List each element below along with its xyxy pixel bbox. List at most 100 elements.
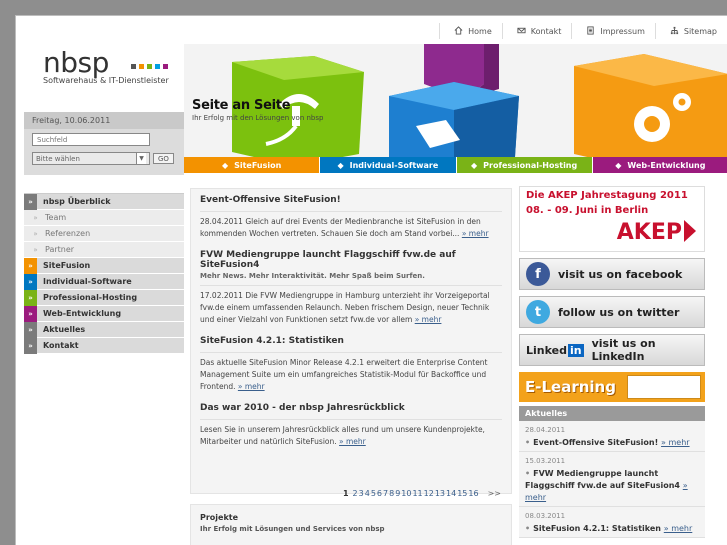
page-link-4[interactable]: 4	[365, 489, 370, 498]
menu-label: SiteFusion	[43, 261, 91, 270]
banner-title: Seite an Seite	[192, 98, 291, 113]
news-sidebar-title: FVW Mediengruppe launcht Flaggschiff fvw…	[525, 469, 683, 490]
facebook-icon: f	[526, 262, 550, 286]
page-link-11[interactable]: 11	[412, 489, 422, 498]
page-link-8[interactable]: 8	[389, 489, 394, 498]
elearning-button[interactable]: E-Learning	[519, 372, 705, 402]
page-link-7[interactable]: 7	[383, 489, 388, 498]
banner-tab-individual-software[interactable]: ◆ Individual-Software	[320, 157, 457, 173]
page-link-3[interactable]: 3	[359, 489, 364, 498]
puzzle-icon: ◆	[337, 160, 344, 170]
plug-icon: ◆	[471, 160, 478, 170]
current-date: Freitag, 10.06.2011	[24, 112, 184, 129]
menu-item-web-entwicklung[interactable]: » Web-Entwicklung	[24, 305, 184, 322]
more-link[interactable]: » mehr	[664, 524, 693, 533]
search-input[interactable]	[32, 133, 150, 146]
page: Home Kontakt Impressum Sitemap nbsp Softwar…	[15, 15, 727, 545]
menu-label: Professional-Hosting	[43, 293, 138, 302]
topnav-label: Sitemap	[683, 26, 717, 36]
page-link-9[interactable]: 9	[395, 489, 400, 498]
linkedin-logo-text: Linked	[526, 343, 567, 357]
banner-tab-sitefusion[interactable]: ◆ SiteFusion	[184, 157, 321, 173]
page-link-6[interactable]: 6	[377, 489, 382, 498]
menu-item-aktuelles[interactable]: » Aktuelles	[24, 321, 184, 338]
menu-item-referenzen[interactable]: » Referenzen	[24, 226, 184, 242]
akep-banner[interactable]: Die AKEP Jahrestagung 2011 08. - 09. Jun…	[519, 186, 705, 252]
page-link-5[interactable]: 5	[371, 489, 376, 498]
menu-item-professional-hosting[interactable]: » Professional-Hosting	[24, 289, 184, 306]
logo[interactable]: nbsp Softwarehaus & IT-Dienstleister	[24, 44, 184, 114]
menu-label: Team	[45, 213, 67, 222]
twitter-label: follow us on twitter	[558, 305, 680, 319]
linkedin-label: visit us on LinkedIn	[591, 337, 656, 363]
linkedin-logo: Linked in	[526, 343, 584, 357]
go-button[interactable]: GO	[153, 153, 174, 164]
news-sidebar-item: 08.03.2011 • SiteFusion 4.2.1: Statistiken…	[519, 507, 705, 538]
news-title[interactable]: Event-Offensive SiteFusion!	[200, 195, 502, 205]
page-link-14[interactable]: 14	[446, 489, 456, 498]
akep-title: Die AKEP Jahrestagung 2011	[526, 190, 688, 201]
bullet-icon: •	[525, 438, 531, 447]
banner-tab-web-entwicklung[interactable]: ◆ Web-Entwicklung	[592, 157, 727, 173]
news-sidebar-text[interactable]: • SiteFusion 4.2.1: Statistiken » mehr	[525, 523, 699, 535]
page-link-16[interactable]: 16	[468, 489, 478, 498]
topnav-sitemap[interactable]: Sitemap	[654, 23, 727, 39]
topnav-label: Impressum	[600, 26, 645, 36]
menu-label: Partner	[45, 245, 75, 254]
menu-item-team[interactable]: » Team	[24, 210, 184, 226]
page-link-10[interactable]: 10	[401, 489, 411, 498]
menu-item-individual-software[interactable]: » Individual-Software	[24, 273, 184, 290]
menu-label: Referenzen	[45, 229, 91, 238]
chevron-right-icon: »	[24, 273, 37, 290]
topnav-home[interactable]: Home	[439, 23, 502, 39]
chevron-right-icon: »	[24, 321, 37, 338]
more-link[interactable]: » mehr	[661, 438, 690, 447]
elearning-label: E-Learning	[525, 378, 616, 396]
more-link[interactable]: » mehr	[339, 437, 366, 446]
news-title[interactable]: FVW Mediengruppe launcht Flaggschiff fvw…	[200, 250, 502, 270]
news-sidebar-text[interactable]: • FVW Mediengruppe launcht Flaggschiff fv…	[525, 468, 699, 504]
banner-tab-label: Individual-Software	[349, 160, 439, 170]
news-sidebar-list: 28.04.2011 • Event-Offensive SiteFusion! »…	[519, 421, 705, 538]
page-link-2[interactable]: 2	[353, 489, 358, 498]
menu-label: nbsp Überblick	[43, 197, 111, 206]
main-menu: » nbsp Überblick» Team» Referenzen» Partner»…	[24, 193, 184, 354]
menu-item-sitefusion[interactable]: » SiteFusion	[24, 257, 184, 274]
news-body: 28.04.2011 Gleich auf drei Events der Me…	[200, 211, 502, 240]
banner-tab-professional-hosting[interactable]: ◆ Professional-Hosting	[456, 157, 593, 173]
news-item: Das war 2010 - der nbsp Jahresrückblick L…	[200, 403, 502, 448]
topnav-kontakt[interactable]: Kontakt	[501, 23, 572, 39]
facebook-label: visit us on facebook	[558, 267, 683, 281]
page-link-13[interactable]: 13	[435, 489, 445, 498]
more-link[interactable]: » mehr	[462, 229, 489, 238]
news-sidebar-title: Event-Offensive SiteFusion!	[533, 438, 662, 447]
banner-tabs: ◆ SiteFusion ◆ Individual-Software ◆ Professi…	[184, 157, 727, 173]
menu-item-nbsp-berblick[interactable]: » nbsp Überblick	[24, 193, 184, 210]
facebook-button[interactable]: f visit us on facebook	[519, 258, 705, 290]
chevron-down-icon[interactable]: ▼	[136, 153, 146, 164]
twitter-button[interactable]: t follow us on twitter	[519, 296, 705, 328]
page-link-15[interactable]: 15	[457, 489, 467, 498]
top-navigation: Home Kontakt Impressum Sitemap	[439, 23, 727, 39]
menu-item-kontakt[interactable]: » Kontakt	[24, 337, 184, 354]
topnav-impressum[interactable]: Impressum	[571, 23, 654, 39]
arrow-right-icon	[684, 220, 696, 242]
navigation-select[interactable]: Bitte wählen ▼	[32, 152, 150, 165]
menu-item-partner[interactable]: » Partner	[24, 242, 184, 258]
news-sidebar-title: SiteFusion 4.2.1: Statistiken	[533, 524, 664, 533]
linkedin-button[interactable]: Linked in visit us on LinkedIn	[519, 334, 705, 366]
page-link-12[interactable]: 12	[424, 489, 434, 498]
news-title[interactable]: Das war 2010 - der nbsp Jahresrückblick	[200, 403, 502, 413]
page-link-1[interactable]: 1	[343, 489, 349, 498]
logo-dot	[147, 64, 152, 69]
chevron-right-icon: »	[33, 229, 38, 238]
news-sidebar-date: 08.03.2011	[525, 512, 566, 520]
more-link[interactable]: » mehr	[415, 315, 442, 324]
logo-dot	[155, 64, 160, 69]
bullet-icon: •	[525, 469, 531, 478]
next-page-button[interactable]: >>	[488, 489, 501, 498]
news-title[interactable]: SiteFusion 4.2.1: Statistiken	[200, 336, 502, 346]
sitemap-icon	[670, 26, 679, 37]
more-link[interactable]: » mehr	[238, 382, 265, 391]
news-sidebar-text[interactable]: • Event-Offensive SiteFusion! » mehr	[525, 437, 699, 449]
